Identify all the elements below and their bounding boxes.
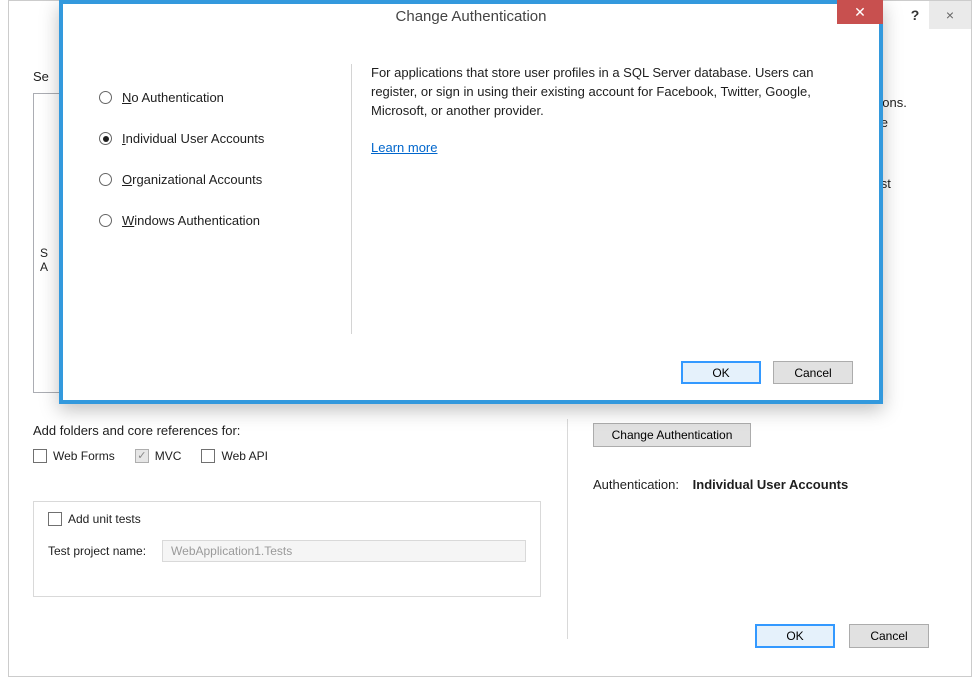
template-select-label: Se — [33, 69, 49, 84]
unit-test-group: Add unit tests Test project name: — [33, 501, 541, 597]
test-project-name-label: Test project name: — [48, 544, 146, 558]
modal-divider — [351, 64, 352, 334]
radio-no-authentication[interactable]: No Authentication — [99, 90, 329, 105]
radio-icon — [99, 173, 112, 186]
parent-ok-button[interactable]: OK — [755, 624, 835, 648]
webapi-label: Web API — [221, 449, 267, 463]
auth-options: No Authentication Individual User Accoun… — [99, 90, 329, 254]
authentication-line: Authentication: Individual User Accounts — [593, 477, 848, 492]
authentication-label: Authentication: — [593, 477, 679, 492]
dialog-title: Change Authentication — [63, 8, 879, 25]
parent-close-button[interactable]: × — [929, 1, 971, 29]
mvc-label: MVC — [155, 449, 182, 463]
folders-label: Add folders and core references for: — [33, 423, 240, 438]
mvc-checkbox — [135, 449, 149, 463]
webforms-label: Web Forms — [53, 449, 115, 463]
dialog-cancel-button[interactable]: Cancel — [773, 361, 853, 384]
authentication-value: Individual User Accounts — [693, 477, 849, 492]
learn-more-link[interactable]: Learn more — [371, 139, 437, 158]
change-authentication-dialog: Change Authentication ✕ No Authenticatio… — [59, 0, 883, 404]
webforms-checkbox[interactable] — [33, 449, 47, 463]
webapi-checkbox[interactable] — [201, 449, 215, 463]
radio-organizational-accounts[interactable]: Organizational Accounts — [99, 172, 329, 187]
test-project-name-input — [162, 540, 526, 562]
auth-description-text: For applications that store user profile… — [371, 64, 853, 121]
change-authentication-button[interactable]: Change Authentication — [593, 423, 751, 447]
dialog-ok-button[interactable]: OK — [681, 361, 761, 384]
radio-icon — [99, 214, 112, 227]
radio-icon — [99, 91, 112, 104]
radio-icon — [99, 132, 112, 145]
close-icon: ✕ — [854, 4, 866, 21]
radio-individual-user-accounts[interactable]: Individual User Accounts — [99, 131, 329, 146]
dialog-close-button[interactable]: ✕ — [837, 0, 883, 24]
auth-description: For applications that store user profile… — [371, 64, 853, 157]
parent-cancel-button[interactable]: Cancel — [849, 624, 929, 648]
vertical-divider — [567, 419, 568, 639]
add-unit-tests-checkbox[interactable] — [48, 512, 62, 526]
template-item[interactable]: S A — [40, 246, 48, 274]
radio-windows-authentication[interactable]: Windows Authentication — [99, 213, 329, 228]
add-unit-tests-label: Add unit tests — [68, 512, 141, 526]
help-button[interactable]: ? — [901, 1, 929, 29]
